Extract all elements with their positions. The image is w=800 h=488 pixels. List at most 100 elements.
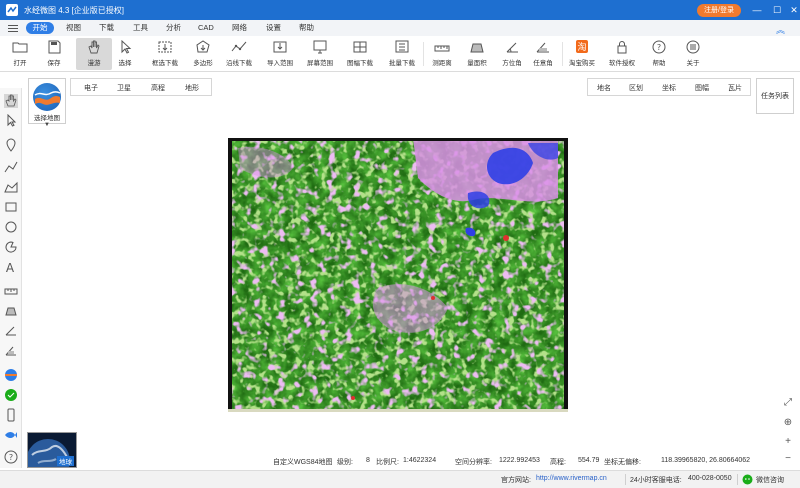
tab-electronic[interactable]: 电子 [84,83,98,93]
menu-analysis[interactable]: 分析 [166,22,181,34]
screen-range-button[interactable]: 屏幕范围 [302,38,338,70]
save-icon [48,40,61,54]
app-logo-icon [6,4,18,16]
app-window: 水经微图 4.3 [企业版已授权] 注册/登录 — ☐ ✕ 开始 视图 下载 工… [0,0,800,488]
left-toolbar: A ? [0,88,22,468]
window-title: 水经微图 4.3 [企业版已授权] [24,5,125,15]
save-button[interactable]: 保存 [36,38,72,70]
maximize-icon[interactable]: ☐ [770,3,784,17]
batch-download-button[interactable]: 批量下载 [384,38,420,70]
layer-sheets[interactable]: 图幅 [695,83,709,93]
polygon-button[interactable]: 多边形 [185,38,221,70]
select-button[interactable]: 选择 [107,38,143,70]
measure-area-label: 量面积 [467,60,487,67]
azimuth-icon[interactable] [4,324,18,338]
zoom-in-icon[interactable]: + [781,435,795,449]
license-button[interactable]: 软件授权 [604,38,640,70]
layer-tiles[interactable]: 瓦片 [728,83,742,93]
map-name: 自定义WGS84地图 [273,459,333,466]
line-download-label: 沿线下载 [226,60,252,67]
svg-text:?: ? [657,43,661,52]
select-label: 选择 [118,60,132,67]
open-button[interactable]: 打开 [2,38,38,70]
website-link[interactable]: http://www.rivermap.cn [536,475,607,482]
measure-icon[interactable] [4,284,18,298]
batch-icon [395,40,409,53]
menu-view[interactable]: 视图 [66,22,81,34]
level-label: 级别: [337,459,353,466]
phone-icon[interactable] [4,408,18,422]
hand-icon[interactable] [4,94,18,108]
map-raster[interactable] [228,138,568,412]
menu-tools[interactable]: 工具 [133,22,148,34]
import-range-button[interactable]: 导入范围 [262,38,298,70]
help-button[interactable]: ? 帮助 [641,38,677,70]
bottom-bar: 官方网站: http://www.rivermap.cn 24小时客服电话: 4… [0,470,800,488]
login-button[interactable]: 注册/登录 [697,4,741,17]
pin-icon[interactable] [4,138,18,152]
measure-distance-button[interactable]: 测距离 [424,38,460,70]
menu-download[interactable]: 下载 [99,22,114,34]
sheet-icon [353,41,367,53]
polygon-icon [196,40,210,53]
polyline-icon[interactable] [4,160,18,174]
map-chooser[interactable]: 选择地图 ▼ [28,78,66,128]
menu-start[interactable]: 开始 [26,22,54,34]
layer-toggles: 地名 区划 坐标 图幅 瓦片 [587,78,751,96]
resolution-label: 空间分辨率: [455,459,492,466]
box-download-icon [158,41,172,53]
tab-elevation[interactable]: 高程 [151,83,165,93]
layer-coordinates[interactable]: 坐标 [662,83,676,93]
minimize-icon[interactable]: — [750,3,764,17]
measure-area-button[interactable]: 量面积 [459,38,495,70]
scale-value: 1:4622324 [403,457,437,464]
layer-place-names[interactable]: 地名 [597,83,611,93]
azimuth-icon [506,42,518,53]
task-list-button[interactable]: 任务列表 [756,78,794,114]
polygon-label: 多边形 [193,60,213,67]
sheet-download-button[interactable]: 图幅下载 [342,38,378,70]
any-angle-button[interactable]: 任意角 [525,38,561,70]
earth-icon[interactable] [4,368,18,382]
rectangle-icon[interactable] [4,200,18,214]
menu-help[interactable]: 帮助 [299,22,314,34]
fish-icon[interactable] [4,428,18,442]
wechat-consult-link[interactable]: 微信咨询 [756,475,784,485]
hamburger-menu-icon[interactable] [8,23,18,33]
import-range-label: 导入范围 [267,60,293,67]
wechat-share-icon[interactable] [4,388,18,402]
menu-cad[interactable]: CAD [198,22,214,34]
screen-range-label: 屏幕范围 [307,60,333,67]
tab-terrain[interactable]: 地形 [185,83,199,93]
menu-settings[interactable]: 设置 [266,22,281,34]
select-arrow-icon[interactable] [4,114,18,128]
coordinates: 118.39965820, 26.80664062 [661,457,751,464]
area-icon [470,43,484,53]
fullscreen-icon[interactable]: ⤢ [781,396,795,410]
open-label: 打开 [13,60,27,67]
collapse-ribbon-icon[interactable]: ︽ [776,23,785,36]
elevation-value: 554.79 [578,457,600,464]
line-download-button[interactable]: 沿线下载 [221,38,257,70]
batch-download-label: 批量下载 [389,60,415,67]
angle-icon[interactable] [4,344,18,358]
ribbon-toolbar: 打开 保存 漫游 选择 框选下载 多边形 沿线下载 导入范围 屏幕范围 图幅下载… [0,36,800,72]
taobao-button[interactable]: 淘 淘宝购买 [564,38,600,70]
circle-icon[interactable] [4,220,18,234]
box-download-button[interactable]: 框选下载 [147,38,183,70]
tab-satellite[interactable]: 卫星 [117,83,131,93]
hand-icon [88,40,100,54]
locate-icon[interactable]: ⊕ [781,416,795,430]
layer-districts[interactable]: 区划 [629,83,643,93]
sector-icon[interactable] [4,240,18,254]
about-button[interactable]: 关于 [675,38,711,70]
area-measure-icon[interactable] [4,304,18,318]
menu-network[interactable]: 网络 [232,22,247,34]
website-label: 官方网站: [501,477,531,484]
area-draw-icon[interactable] [4,180,18,194]
cursor-icon [121,39,132,54]
scale-label: 比例尺: [376,459,399,466]
close-icon[interactable]: ✕ [787,3,800,17]
text-icon[interactable]: A [4,260,18,274]
resolution-value: 1222.992453 [499,457,540,464]
